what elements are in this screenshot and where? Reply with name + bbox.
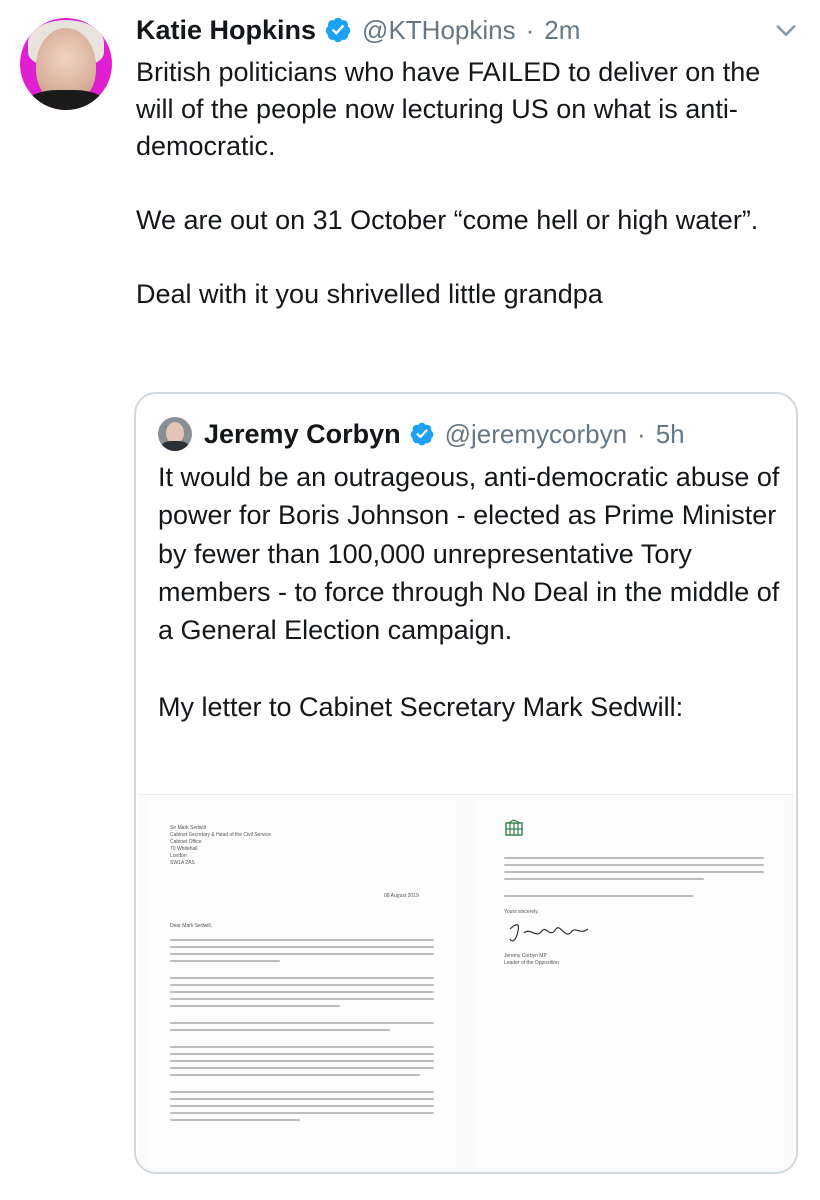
quoted-tweet-text: It would be an outrageous, anti-democrat… <box>158 462 780 722</box>
letter-date: 08 August 2019 <box>384 893 419 899</box>
letter-address-line: Cabinet Secretary & Head of the Civil Se… <box>170 832 271 838</box>
letter-address-line: London <box>170 853 187 859</box>
quoted-tweet[interactable]: Jeremy Corbyn @jeremycorbyn · 5h It woul… <box>134 392 798 1174</box>
letter-image[interactable]: Sir Mark Sedwill Cabinet Secretary & Hea… <box>138 794 794 1172</box>
separator-dot: · <box>637 418 646 449</box>
tweet-text: British politicians who have FAILED to d… <box>136 57 761 309</box>
author-avatar[interactable] <box>20 18 112 110</box>
quoted-avatar-body <box>161 441 189 451</box>
author-name[interactable]: Katie Hopkins <box>136 15 316 46</box>
quoted-author-avatar <box>158 417 192 451</box>
tweet-timestamp[interactable]: 2m <box>544 15 580 46</box>
letter-address-line: Cabinet Office <box>170 839 202 845</box>
chevron-down-icon[interactable] <box>772 16 800 44</box>
quoted-tweet-timestamp: 5h <box>655 418 685 449</box>
letter-page-1: Sir Mark Sedwill Cabinet Secretary & Hea… <box>148 801 456 1167</box>
letter-address-line: Sir Mark Sedwill <box>170 825 206 831</box>
author-handle[interactable]: @KTHopkins <box>362 15 516 46</box>
portcullis-crest-icon <box>505 819 523 836</box>
tweet-header: Katie Hopkins @KTHopkins · 2m <box>136 8 800 52</box>
letter-signatory-name: Jeremy Corbyn MP <box>504 953 547 959</box>
verified-badge-icon <box>325 17 351 43</box>
quoted-author-name: Jeremy Corbyn <box>204 418 401 449</box>
letter-signatory-title: Leader of the Opposition <box>504 960 559 966</box>
quoted-author-handle: @jeremycorbyn <box>444 418 628 449</box>
letter-salutation: Dear Mark Sedwill, <box>170 923 212 929</box>
signature-icon <box>509 924 589 942</box>
avatar-body <box>24 90 108 110</box>
letter-address-line: SW1A 2AS <box>170 860 195 866</box>
separator-dot: · <box>525 14 535 45</box>
letter-page-2: Yours sincerely, Jeremy Corbyn MP Leader… <box>476 801 784 1167</box>
letter-closing: Yours sincerely, <box>504 909 539 915</box>
quoted-tweet-header: Jeremy Corbyn @jeremycorbyn · 5h <box>158 416 685 452</box>
verified-badge-icon <box>410 422 433 446</box>
letter-address-line: 70 Whitehall <box>170 846 198 852</box>
